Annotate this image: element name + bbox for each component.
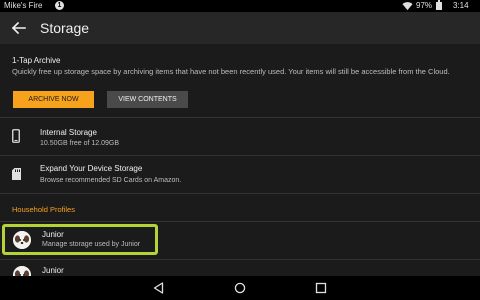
nav-bar [0,276,480,300]
status-bar: Mike's Fire 1 97% 3:14 [0,0,480,12]
divider [0,117,480,118]
page-title: Storage [40,20,90,36]
wifi-icon [402,2,413,11]
battery-icon [436,0,442,10]
clock: 3:14 [453,1,469,10]
divider [0,259,480,260]
divider [0,193,480,194]
profile-name: Junior [42,266,64,275]
household-profiles-header: Household Profiles [12,205,75,214]
sd-card-icon [12,168,21,180]
view-contents-button[interactable]: VIEW CONTENTS [107,91,188,108]
battery-percent: 97% [416,1,433,10]
archive-description: Quickly free up storage space by archivi… [12,67,450,76]
archive-title: 1-Tap Archive [12,56,61,65]
expand-storage-title: Expand Your Device Storage [40,164,143,173]
divider [0,221,480,222]
internal-storage-subtitle: 10.50GB free of 12.09GB [40,140,119,147]
triangle-back-icon[interactable] [153,282,164,294]
highlight-box [2,224,158,255]
notification-badge[interactable]: 1 [55,1,64,10]
expand-storage-subtitle: Browse recommended SD Cards on Amazon. [40,177,182,184]
app-bar: Storage [0,12,480,44]
arrow-left-icon[interactable] [9,18,29,38]
archive-now-button[interactable]: ARCHIVE NOW [13,91,94,108]
square-recents-icon[interactable] [315,282,327,294]
internal-storage-title: Internal Storage [40,128,97,137]
phone-icon [12,129,20,143]
device-name: Mike's Fire [4,1,43,10]
circle-home-icon[interactable] [234,282,246,294]
divider [0,155,480,156]
